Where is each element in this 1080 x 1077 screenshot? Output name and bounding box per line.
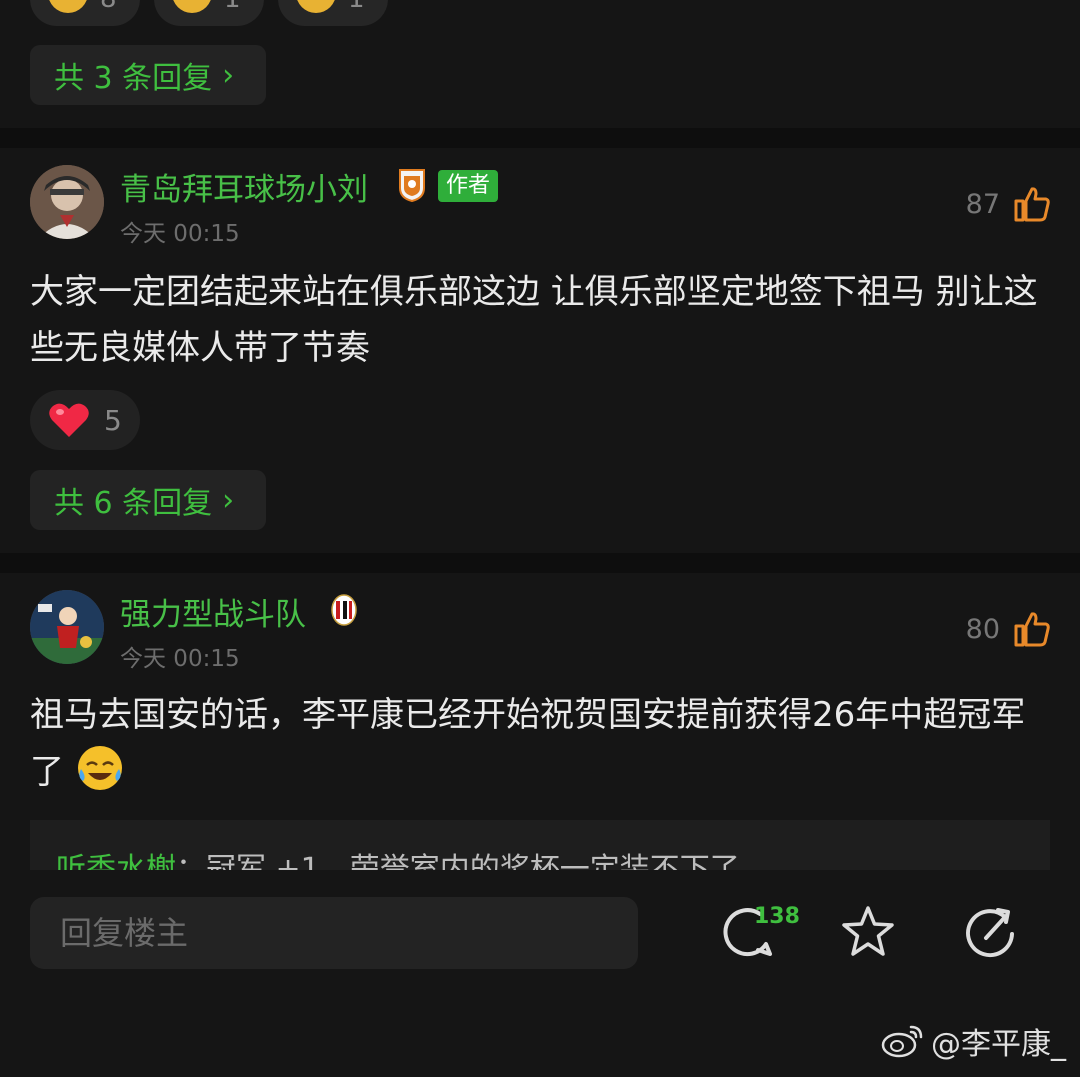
heart-reaction[interactable]: 5	[30, 390, 140, 450]
view-replies-label: 共 3 条回复	[54, 61, 213, 96]
club-badge-icon	[331, 594, 357, 626]
like-button[interactable]: 87	[966, 184, 1052, 224]
weibo-logo-icon	[881, 1025, 923, 1058]
chevron-right-icon: ›	[222, 482, 235, 518]
laugh-cry-emoji-icon	[77, 746, 122, 790]
like-button[interactable]: 80	[966, 609, 1052, 649]
dog-emoji-icon	[172, 0, 212, 13]
avatar[interactable]	[30, 590, 104, 664]
reaction-count: 1	[224, 0, 241, 14]
reaction-row: 8 1 1	[30, 0, 388, 26]
avatar[interactable]	[30, 165, 104, 239]
laugh-emoji-icon	[48, 0, 88, 13]
watermark-handle: @李平康_	[931, 1027, 1066, 1062]
star-icon[interactable]	[840, 904, 896, 960]
like-count: 87	[965, 188, 1000, 220]
thumbs-up-icon	[1014, 187, 1050, 222]
like-count: 80	[965, 613, 1000, 645]
comment-username[interactable]: 强力型战斗队	[120, 589, 306, 634]
reaction-pill[interactable]: 1	[154, 0, 264, 26]
sub-reply-line: 听香水榭：冠军 +1，荣誉室内的奖杯一定装不下了	[56, 844, 740, 870]
reply-input[interactable]: 回复楼主	[30, 897, 638, 969]
reaction-pill[interactable]: 8	[30, 0, 140, 26]
comment-text: 祖马去国安的话，李平康已经开始祝贺国安提前获得26年中超冠军了	[30, 687, 1040, 800]
share-icon[interactable]	[962, 904, 1018, 960]
comment-username[interactable]: 青岛拜耳球场小刘	[120, 164, 368, 209]
view-replies-button[interactable]: 共 6 条回复 ›	[30, 470, 266, 530]
comment-count-badge: 138	[754, 904, 800, 929]
sub-reply-text: 冠军 +1，荣誉室内的奖杯一定装不下了	[206, 852, 740, 870]
comment-text: 大家一定团结起来站在俱乐部这边 让俱乐部坚定地签下祖马 别让这些无良媒体人带了节…	[30, 272, 1038, 368]
reaction-count: 1	[348, 0, 365, 14]
divider	[0, 128, 1080, 148]
sub-reply-preview[interactable]: 听香水榭：冠军 +1，荣誉室内的奖杯一定装不下了	[30, 820, 1050, 870]
chevron-right-icon: ›	[222, 57, 235, 93]
heart-count: 5	[104, 403, 122, 437]
reaction-pill[interactable]: 1	[278, 0, 388, 26]
author-tag: 作者	[438, 170, 499, 202]
comment-time: 今天 00:15	[120, 221, 240, 247]
view-replies-button[interactable]: 共 3 条回复 ›	[30, 45, 266, 105]
weibo-watermark: @李平康_	[881, 1019, 1066, 1063]
divider	[0, 553, 1080, 573]
thumbs-up-icon	[1014, 612, 1050, 647]
club-badge-icon	[399, 169, 425, 202]
heart-icon	[49, 403, 89, 437]
sub-reply-username[interactable]: 听香水榭	[56, 852, 176, 870]
comment-text-content: 祖马去国安的话，李平康已经开始祝贺国安提前获得26年中超冠军了	[30, 695, 1026, 792]
view-replies-label: 共 6 条回复	[54, 486, 213, 521]
reaction-count: 8	[100, 0, 117, 14]
grin-emoji-icon	[296, 0, 336, 13]
comment-time: 今天 00:15	[120, 646, 240, 672]
